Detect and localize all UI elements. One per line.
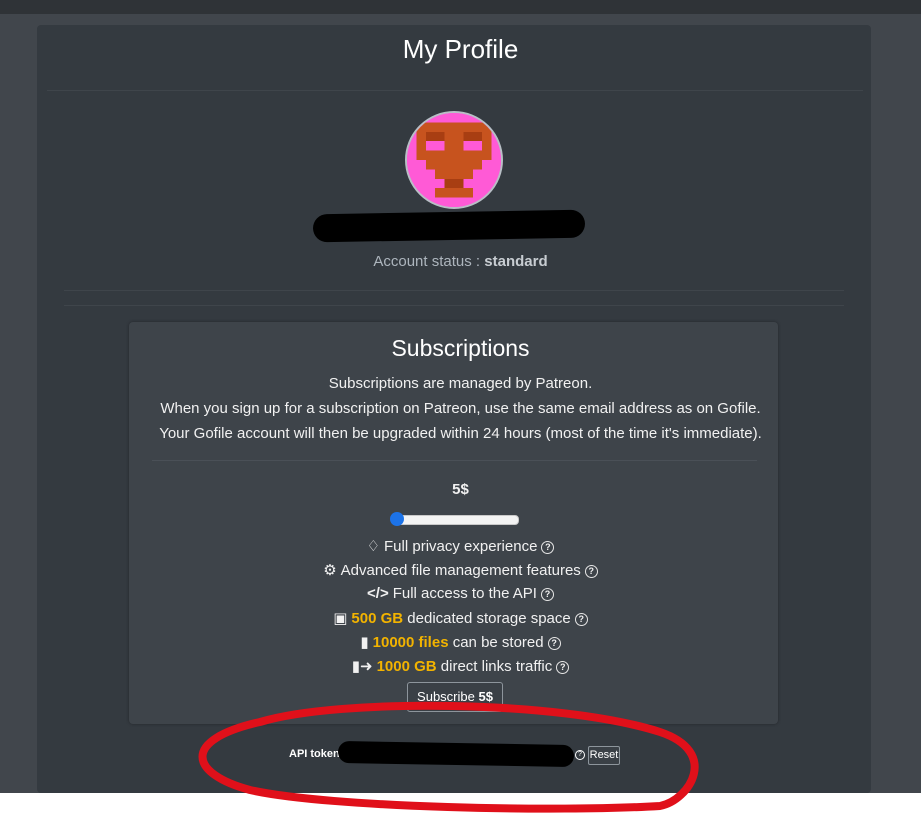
help-icon[interactable]: ? [556, 661, 570, 674]
divider [152, 460, 757, 461]
help-icon[interactable]: ? [575, 750, 585, 760]
hdd-icon: ▣ [333, 610, 348, 627]
api-token-label: API token [289, 748, 340, 760]
file-export-icon: ▮➜ [351, 658, 373, 675]
avatar-image [407, 113, 501, 207]
help-icon[interactable]: ? [574, 613, 588, 626]
subscribe-price: 5$ [478, 689, 493, 704]
subscribe-label: Subscribe [417, 689, 475, 704]
reset-token-button[interactable]: Reset [588, 746, 620, 765]
feature-api-access: </> Full access to the API? [0, 585, 921, 602]
help-icon[interactable]: ? [541, 541, 555, 554]
code-icon: </> [367, 585, 389, 602]
tier-slider[interactable] [392, 515, 519, 525]
page-background: My Profile Account status : standard Sub… [0, 0, 921, 793]
subscriptions-desc-line: Subscriptions are managed by Patreon. [328, 375, 593, 392]
subscriptions-desc-line: When you sign up for a subscription on P… [160, 400, 761, 417]
feature-storage: ▣ 500 GB dedicated storage space? [0, 609, 921, 627]
subscriptions-desc-line: Your Gofile account will then be upgrade… [159, 425, 762, 442]
account-status-value: standard [484, 253, 548, 270]
help-icon[interactable]: ? [584, 565, 598, 578]
feature-files: ▮ 10000 files can be stored? [0, 633, 921, 651]
account-status-label: Account status : [373, 253, 481, 270]
account-status: Account status : standard [0, 253, 921, 270]
divider [64, 305, 844, 306]
help-icon[interactable]: ? [540, 588, 554, 601]
spy-icon: ♢ [366, 538, 381, 555]
api-token-redaction [337, 740, 575, 768]
username-redaction [312, 209, 586, 243]
help-icon[interactable]: ? [547, 637, 561, 650]
file-icon: ▮ [360, 634, 369, 651]
gear-icon: ⚙ [323, 562, 337, 579]
top-navbar [0, 0, 921, 14]
feature-traffic: ▮➜ 1000 GB direct links traffic? [0, 657, 921, 675]
tier-slider-thumb[interactable] [390, 512, 404, 526]
feature-privacy: ♢ Full privacy experience? [0, 537, 921, 555]
subscribe-button[interactable]: Subscribe 5$ [407, 682, 503, 712]
subscription-price: 5$ [452, 481, 469, 498]
subscriptions-title: Subscriptions [391, 335, 530, 361]
avatar [405, 111, 503, 209]
divider [64, 290, 844, 291]
divider [47, 90, 863, 91]
feature-file-management: ⚙ Advanced file management features? [0, 561, 921, 579]
page-title: My Profile [402, 34, 519, 64]
